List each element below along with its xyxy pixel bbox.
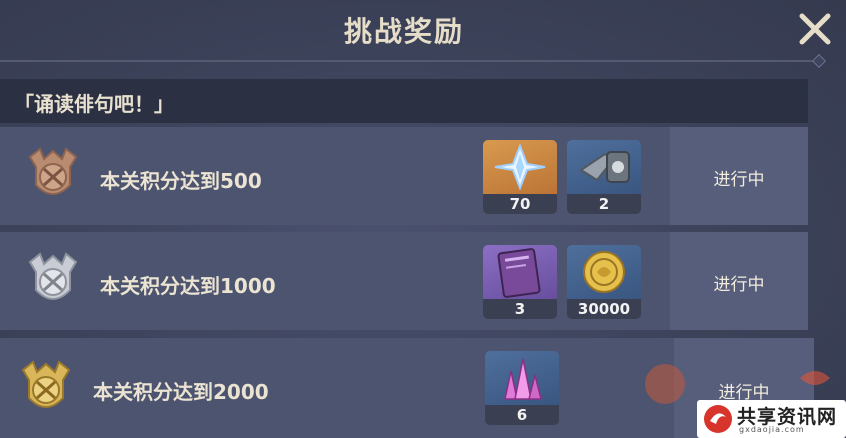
header: 挑战奖励 [0, 0, 846, 58]
header-divider [0, 60, 820, 62]
reward-row-2: 本关积分达到1000 3 30000 进行中 [0, 232, 808, 330]
reward-item[interactable]: 70 [483, 140, 557, 214]
reward-item[interactable]: 2 [567, 140, 641, 214]
hero-wit-book-icon [483, 245, 557, 299]
site-watermark-badge: 共享资讯网 gxdaojia.com [697, 400, 846, 438]
crown-item-icon [567, 140, 641, 194]
reward-count: 30000 [567, 299, 641, 319]
reward-item[interactable]: 6 [485, 351, 559, 425]
site-logo-icon [704, 405, 732, 433]
challenge-section-header: 「诵读俳句吧！」 [0, 79, 808, 123]
reward-item[interactable]: 30000 [567, 245, 641, 319]
page-title: 挑战奖励 [343, 15, 464, 48]
silver-medal-icon [22, 250, 84, 312]
crystal-ore-icon [485, 351, 559, 405]
primogem-icon [483, 140, 557, 194]
site-url: gxdaojia.com [739, 425, 805, 434]
reward-count: 70 [483, 194, 557, 214]
bronze-medal-icon [22, 145, 84, 207]
reward-item[interactable]: 3 [483, 245, 557, 319]
status-label: 进行中 [713, 170, 765, 190]
reward-count: 3 [483, 299, 557, 319]
reward-count: 2 [567, 194, 641, 214]
gold-medal-icon [15, 358, 77, 420]
row-label: 本关积分达到1000 [100, 274, 276, 298]
row-label: 本关积分达到500 [100, 169, 262, 193]
reward-row-1: 本关积分达到500 70 2 进行中 [0, 127, 808, 225]
reward-count: 6 [485, 405, 559, 425]
status-label: 进行中 [713, 275, 765, 295]
mora-coin-icon [567, 245, 641, 299]
section-title: 「诵读俳句吧！」 [14, 92, 174, 116]
row-label: 本关积分达到2000 [93, 380, 269, 404]
close-icon[interactable] [798, 12, 832, 46]
